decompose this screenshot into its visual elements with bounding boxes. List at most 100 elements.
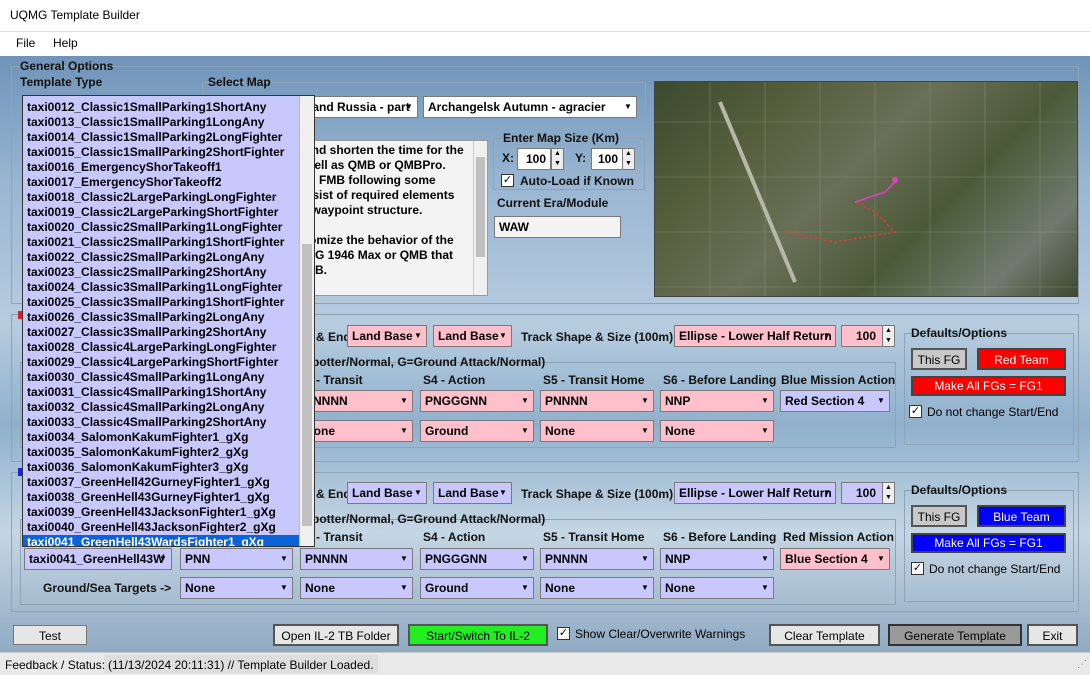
red-s6-select[interactable]: NNP ▼ [660, 390, 774, 412]
chevron-down-icon: ▼ [521, 396, 529, 405]
blue-s5-select[interactable]: PNNNN ▼ [540, 548, 654, 570]
template-type-option[interactable]: taxi0020_Classic2SmallParking1LongFighte… [23, 220, 299, 235]
chevron-down-icon: ▼ [823, 331, 831, 340]
red-size-spinner[interactable]: ▲ ▼ [882, 325, 895, 347]
blue-start-select[interactable]: Land Base ▼ [347, 482, 427, 504]
red-g4-select[interactable]: Ground ▼ [420, 420, 534, 442]
blue-team-button[interactable]: Blue Team [977, 505, 1066, 527]
blue-g5-select[interactable]: None ▼ [540, 577, 654, 599]
template-type-option[interactable]: taxi0022_Classic2SmallParking2LongAny [23, 250, 299, 265]
template-type-option[interactable]: taxi0014_Classic1SmallParking2LongFighte… [23, 130, 299, 145]
map-name-select[interactable]: Archangelsk Autumn - agracier ▼ [423, 96, 637, 118]
template-type-option[interactable]: taxi0026_Classic3SmallParking2LongAny [23, 310, 299, 325]
red-s4-select[interactable]: PNGGGNN ▼ [420, 390, 534, 412]
red-end-select[interactable]: Land Base ▼ [433, 325, 512, 347]
chevron-down-icon: ▼ [400, 396, 408, 405]
template-type-option[interactable]: taxi0015_Classic1SmallParking2ShortFight… [23, 145, 299, 160]
template-type-option[interactable]: taxi0039_GreenHell43JacksonFighter1_gXg [23, 505, 299, 520]
template-type-option[interactable]: taxi0025_Classic3SmallParking1ShortFight… [23, 295, 299, 310]
chevron-down-icon: ▼ [499, 488, 507, 497]
map-region-select[interactable]: Land Russia - part ▼ [300, 96, 418, 118]
autoload-checkbox[interactable]: ✓ [501, 174, 514, 187]
template-type-option[interactable]: taxi0019_Classic2LargeParkingShortFighte… [23, 205, 299, 220]
template-type-option[interactable]: taxi0018_Classic2LargeParkingLongFighter [23, 190, 299, 205]
blue-size-input[interactable]: 100 [841, 482, 883, 504]
blue-g2-select[interactable]: None ▼ [180, 577, 293, 599]
show-warnings-checkbox[interactable]: ✓ [557, 627, 570, 640]
template-type-option[interactable]: taxi0037_GreenHell42GurneyFighter1_gXg [23, 475, 299, 490]
menu-bar: File Help [0, 32, 1090, 56]
red-no-change-checkbox[interactable]: ✓ [909, 405, 922, 418]
template-type-option[interactable]: taxi0030_Classic4SmallParking1LongAny [23, 370, 299, 385]
generate-template-button[interactable]: Generate Template [888, 624, 1022, 646]
template-type-option[interactable]: taxi0035_SalomonKakumFighter2_gXg [23, 445, 299, 460]
template-type-option[interactable]: taxi0036_SalomonKakumFighter3_gXg [23, 460, 299, 475]
menu-file[interactable]: File [16, 36, 35, 50]
description-line: and shorten the time for the [305, 143, 464, 157]
template-type-option[interactable]: taxi0033_Classic4SmallParking2ShortAny [23, 415, 299, 430]
blue-s5-label: S5 - Transit Home [543, 530, 645, 544]
resize-grip-icon[interactable]: ⋰ [1077, 659, 1087, 670]
blue-this-fg-button[interactable]: This FG [911, 505, 967, 527]
map-size-x-input[interactable]: 100 [517, 148, 551, 170]
template-type-option[interactable]: taxi0029_Classic4LargeParkingShortFighte… [23, 355, 299, 370]
y-spinner[interactable]: ▲ ▼ [622, 148, 635, 170]
blue-s4-select[interactable]: PNGGGNN ▼ [420, 548, 534, 570]
blue-track-select[interactable]: Ellipse - Lower Half Return ▼ [674, 482, 836, 504]
template-type-option[interactable]: taxi0016_EmergencyShorTakeoff1 [23, 160, 299, 175]
dropdown-scroll-thumb[interactable] [302, 244, 312, 526]
template-type-option[interactable]: taxi0034_SalomonKakumFighter1_gXg [23, 430, 299, 445]
blue-no-change-checkbox[interactable]: ✓ [911, 562, 924, 575]
template-type-option[interactable]: taxi0017_EmergencyShorTakeoff2 [23, 175, 299, 190]
red-start-select[interactable]: Land Base ▼ [347, 325, 427, 347]
template-type-option[interactable]: taxi0031_Classic4SmallParking1ShortAny [23, 385, 299, 400]
template-type-option[interactable]: taxi0032_Classic4SmallParking2LongAny [23, 400, 299, 415]
template-type-option[interactable]: taxi0041_GreenHell43WardsFighter1_gXg [23, 535, 299, 546]
template-type-option[interactable]: taxi0040_GreenHell43JacksonFighter2_gXg [23, 520, 299, 535]
blue-s2-select[interactable]: PNN ▼ [180, 548, 293, 570]
description-scrollbar[interactable] [473, 141, 487, 295]
exit-button[interactable]: Exit [1027, 624, 1078, 646]
blue-make-all-button[interactable]: Make All FGs = FG1 [911, 533, 1066, 553]
x-spinner[interactable]: ▲ ▼ [551, 148, 564, 170]
blue-g4-select[interactable]: Ground ▼ [420, 577, 534, 599]
red-team-button[interactable]: Red Team [977, 348, 1066, 370]
template-type-option[interactable]: taxi0027_Classic3SmallParking2ShortAny [23, 325, 299, 340]
red-s3-select[interactable]: PNNNN ▼ [300, 390, 413, 412]
test-button[interactable]: Test [13, 625, 87, 645]
blue-g6-select[interactable]: None ▼ [660, 577, 774, 599]
blue-s3-select[interactable]: PNNNN ▼ [300, 548, 413, 570]
open-folder-button[interactable]: Open IL-2 TB Folder [273, 624, 399, 646]
blue-mission-select[interactable]: Blue Section 4 ▼ [780, 548, 890, 570]
map-size-y-input[interactable]: 100 [591, 148, 623, 170]
red-g6-select[interactable]: None ▼ [660, 420, 774, 442]
red-g5-select[interactable]: None ▼ [540, 420, 654, 442]
blue-s6-select[interactable]: NNP ▼ [660, 548, 774, 570]
blue-takeoff-select[interactable]: taxi0041_GreenHell43W ▼ [24, 548, 172, 570]
red-mission-select[interactable]: Red Section 4 ▼ [780, 390, 890, 412]
template-type-dropdown-list[interactable]: taxi0012_Classic1SmallParking1ShortAny ta… [22, 95, 315, 547]
template-type-option[interactable]: taxi0023_Classic2SmallParking2ShortAny [23, 265, 299, 280]
template-type-option[interactable]: taxi0013_Classic1SmallParking1LongAny [23, 115, 299, 130]
blue-end-select[interactable]: Land Base ▼ [433, 482, 512, 504]
status-bar: Feedback / Status: (11/13/2024 20:11:31)… [0, 652, 1090, 675]
start-il2-button[interactable]: Start/Switch To IL-2 [408, 624, 548, 646]
clear-template-button[interactable]: Clear Template [769, 624, 880, 646]
blue-g3-select[interactable]: None ▼ [300, 577, 413, 599]
template-type-option[interactable]: taxi0028_Classic4LargeParkingLongFighter [23, 340, 299, 355]
chevron-down-icon: ▼ [521, 583, 529, 592]
menu-help[interactable]: Help [53, 36, 78, 50]
template-type-option[interactable]: taxi0038_GreenHell43GurneyFighter1_gXg [23, 490, 299, 505]
red-size-input[interactable]: 100 [841, 325, 883, 347]
red-track-select[interactable]: Ellipse - Lower Half Return ▼ [674, 325, 836, 347]
description-textbox[interactable]: and shorten the time for the well as QMB … [300, 140, 488, 296]
red-s5-select[interactable]: PNNNN ▼ [540, 390, 654, 412]
template-type-option[interactable]: taxi0021_Classic2SmallParking1ShortFight… [23, 235, 299, 250]
red-g3-select[interactable]: None ▼ [300, 420, 413, 442]
template-type-option[interactable]: taxi0024_Classic3SmallParking1LongFighte… [23, 280, 299, 295]
template-type-option[interactable]: taxi0012_Classic1SmallParking1ShortAny [23, 100, 299, 115]
blue-size-spinner[interactable]: ▲ ▼ [882, 482, 895, 504]
red-make-all-button[interactable]: Make All FGs = FG1 [911, 376, 1066, 396]
red-this-fg-button[interactable]: This FG [911, 348, 967, 370]
chevron-down-icon: ▼ [405, 102, 413, 111]
